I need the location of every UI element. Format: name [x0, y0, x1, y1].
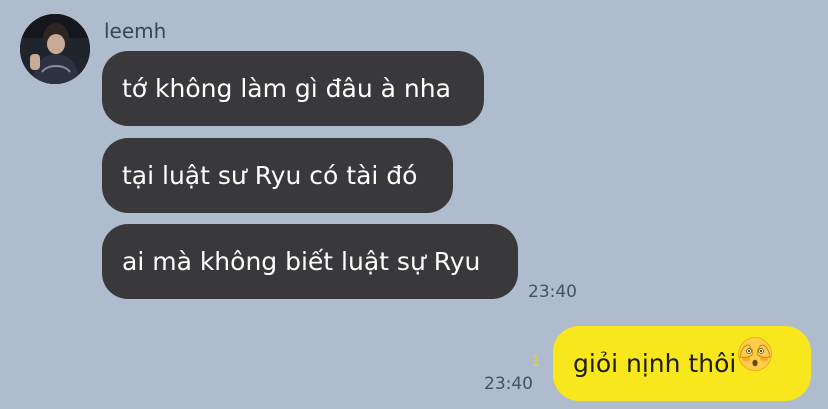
incoming-message-bubble[interactable]: tớ không làm gì đâu à nha — [102, 51, 484, 126]
outgoing-message-bubble[interactable]: giỏi nịnh thôi — [553, 326, 811, 401]
sender-name: leemh — [104, 19, 167, 43]
avatar[interactable] — [20, 14, 90, 84]
incoming-timestamp: 23:40 — [528, 282, 577, 302]
incoming-message-bubble[interactable]: ai mà không biết luật sự Ryu — [102, 224, 518, 299]
message-text: ai mà không biết luật sự Ryu — [122, 247, 481, 276]
outgoing-timestamp: 23:40 — [484, 374, 533, 394]
avatar-photo-icon — [20, 14, 90, 84]
message-text: giỏi nịnh thôi — [573, 349, 737, 378]
unread-count: 1 — [531, 352, 541, 370]
message-text: tớ không làm gì đâu à nha — [122, 74, 451, 103]
message-text: tại luật sư Ryu có tài đó — [122, 161, 418, 190]
incoming-message-bubble[interactable]: tại luật sư Ryu có tài đó — [102, 138, 453, 213]
flushed-face-covering-eyes-emoji-icon — [737, 326, 773, 401]
